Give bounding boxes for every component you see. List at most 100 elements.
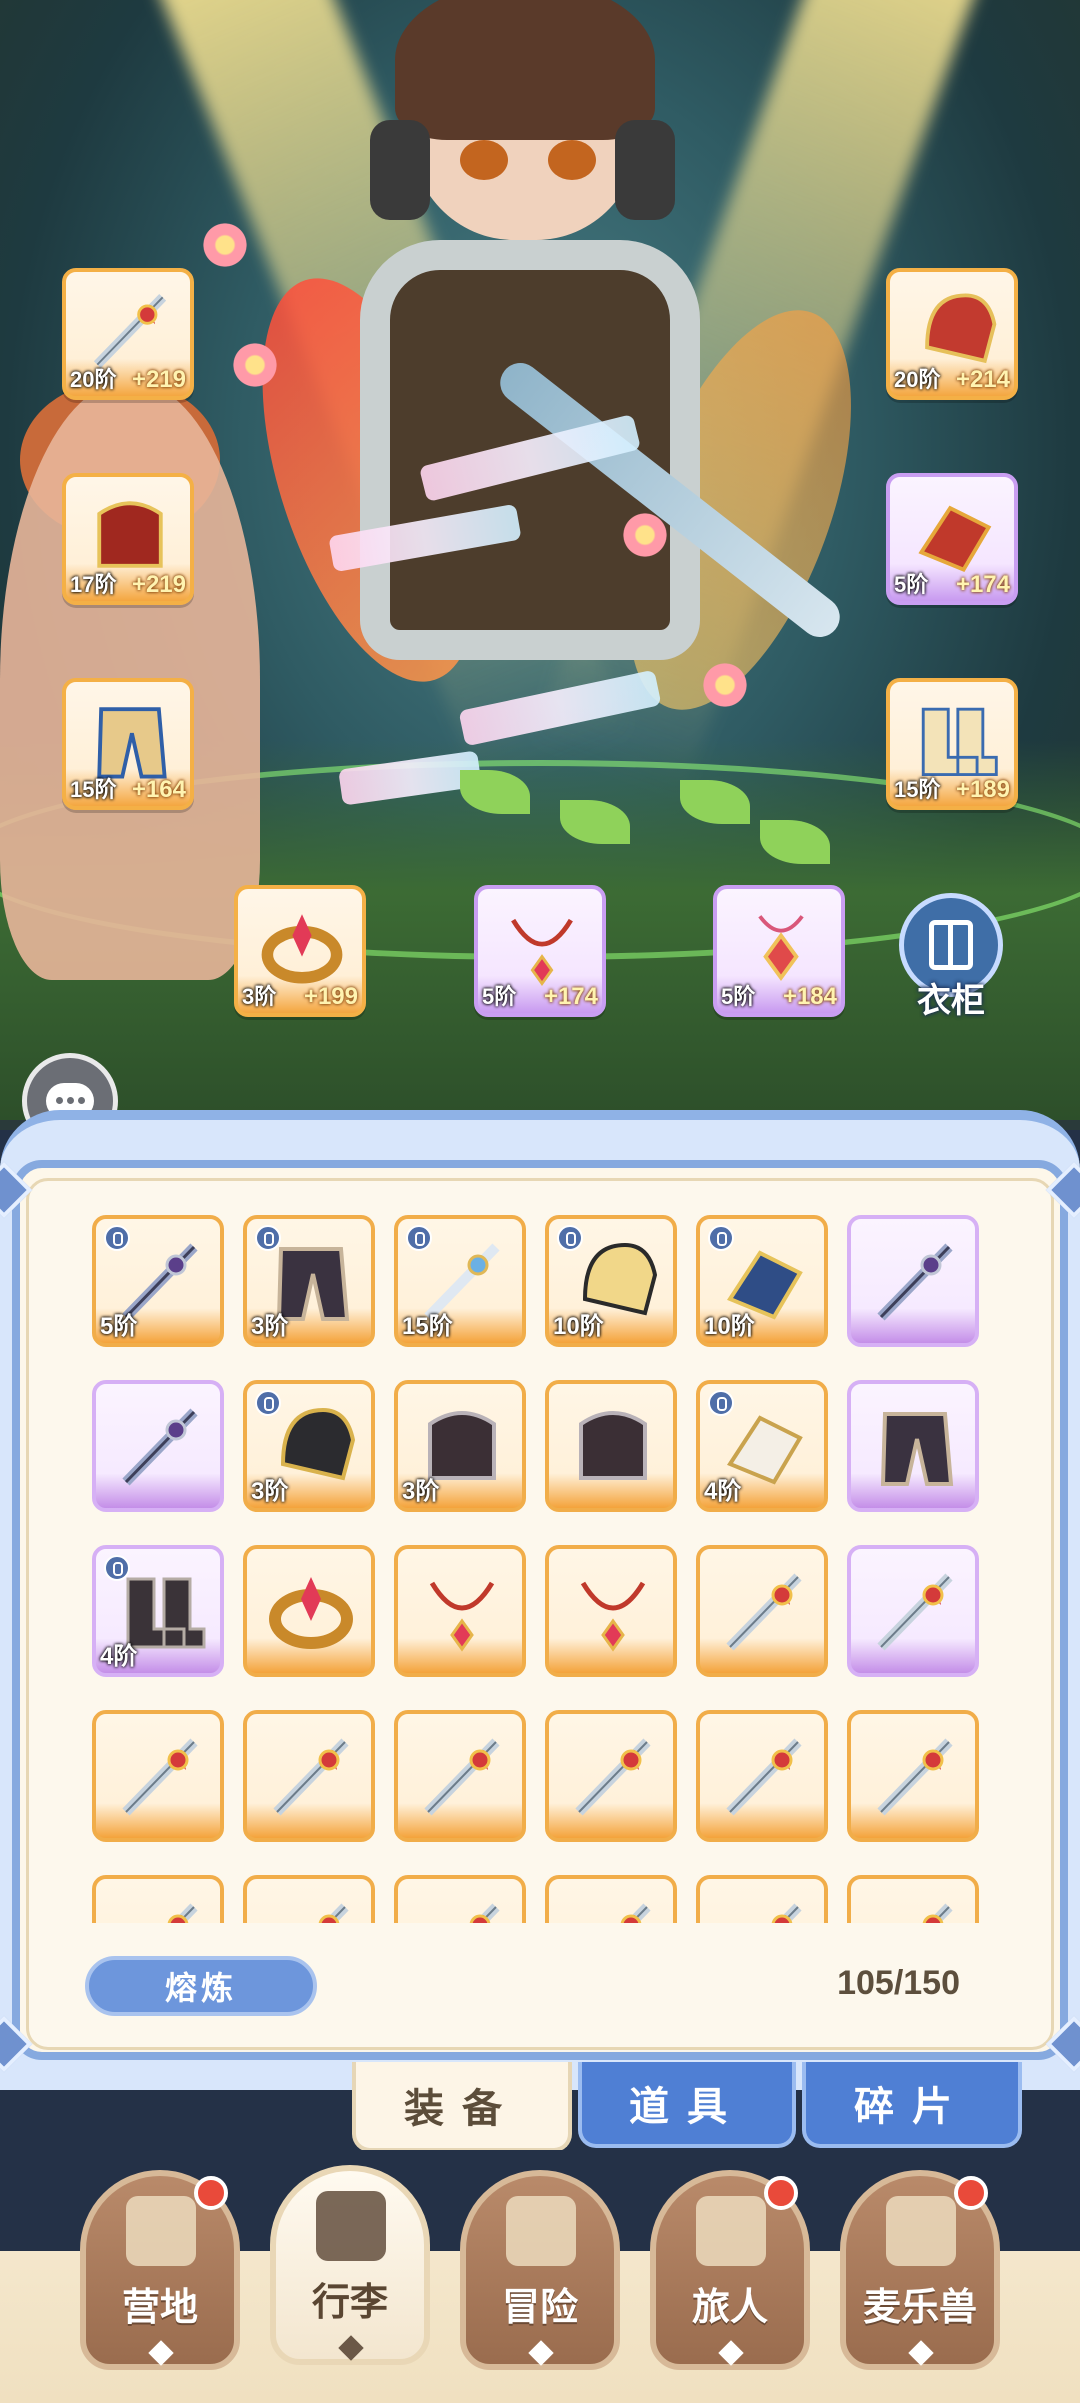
inventory-item[interactable] [243, 1710, 375, 1842]
castle-icon [126, 2196, 196, 2266]
inventory-grid[interactable]: 5阶 3阶 15阶 10阶 10阶 3阶 3阶 4阶 4阶 [92, 1215, 992, 1923]
equipped-slot-amulet[interactable]: 5阶 +184 [713, 885, 845, 1017]
power-score: +219 [131, 571, 186, 598]
nav-adventure[interactable]: 冒险 [460, 2170, 620, 2370]
nav-bag[interactable]: 行李 [270, 2165, 430, 2365]
inventory-item[interactable] [243, 1545, 375, 1677]
pants-icon [80, 690, 180, 784]
inventory-item[interactable] [696, 1710, 828, 1842]
sword-dark-icon [122, 1408, 198, 1486]
tab-fragments[interactable]: 碎片 [802, 2062, 1022, 2148]
inventory-item[interactable]: 10阶 [696, 1215, 828, 1347]
inventory-item[interactable]: 10阶 [545, 1215, 677, 1347]
tab-equipment[interactable]: 装备 [352, 2062, 572, 2152]
inventory-item[interactable] [847, 1875, 979, 1923]
inventory-item[interactable] [545, 1710, 677, 1842]
nav-camp-label: 营地 [121, 2287, 198, 2329]
inventory-item[interactable]: 5阶 [92, 1215, 224, 1347]
nav-pets[interactable]: 麦乐兽 [840, 2170, 1000, 2370]
tier-label: 10阶 [553, 1313, 604, 1340]
inventory-item[interactable]: 3阶 [243, 1215, 375, 1347]
equipped-slot-necklace[interactable]: 5阶 +174 [474, 885, 606, 1017]
diamond-ornament [718, 2340, 744, 2366]
tier-label: 15阶 [70, 777, 117, 802]
inventory-item[interactable]: 4阶 [696, 1380, 828, 1512]
inventory-item[interactable] [92, 1710, 224, 1842]
tier-label: 3阶 [251, 1313, 289, 1340]
inventory-item[interactable] [394, 1545, 526, 1677]
sword-icon [122, 1738, 198, 1816]
inventory-item[interactable] [394, 1710, 526, 1842]
inventory-item[interactable]: 3阶 [243, 1380, 375, 1512]
sword-dark-icon [877, 1243, 953, 1321]
sword-icon [620, 1903, 651, 1923]
inventory-item[interactable] [243, 1875, 375, 1923]
inventory-item[interactable] [92, 1875, 224, 1923]
lock-icon [104, 1225, 130, 1251]
inventory-item[interactable]: 15阶 [394, 1215, 526, 1347]
necklace-icon [492, 897, 592, 991]
diamond-ornament [908, 2340, 934, 2366]
equipped-slot-boots[interactable]: 15阶 +189 [886, 678, 1018, 810]
inventory-item[interactable] [696, 1545, 828, 1677]
nav-travelers-label: 旅人 [691, 2287, 768, 2329]
cat-face-icon [886, 2196, 956, 2266]
inventory-item[interactable] [847, 1545, 979, 1677]
inventory-item[interactable] [847, 1710, 979, 1842]
inventory-item[interactable] [847, 1215, 979, 1347]
tier-label: 17阶 [70, 572, 117, 597]
bag-capacity: 105/150 [837, 1964, 960, 2002]
equipped-slot-gloves[interactable]: 5阶 +174 [886, 473, 1018, 605]
power-score: +174 [543, 983, 598, 1010]
inventory-item[interactable] [545, 1875, 677, 1923]
character-eye [460, 140, 508, 180]
power-score: +214 [955, 366, 1010, 393]
inventory-item[interactable] [545, 1545, 677, 1677]
inventory-item[interactable] [92, 1380, 224, 1512]
character-portrait-icon [696, 2196, 766, 2266]
sword-icon [726, 1573, 802, 1651]
wardrobe-button[interactable]: 衣柜 [895, 893, 1007, 1020]
power-score: +184 [782, 983, 837, 1010]
smelt-button[interactable]: 熔炼 [85, 1956, 317, 2016]
inventory-item[interactable]: 3阶 [394, 1380, 526, 1512]
tier-label: 20阶 [894, 367, 941, 392]
nav-camp[interactable]: 营地 [80, 2170, 240, 2370]
inventory-item[interactable]: 4阶 [92, 1545, 224, 1677]
inventory-item[interactable] [847, 1380, 979, 1512]
flower-icon [200, 220, 250, 270]
power-score: +174 [955, 571, 1010, 598]
diamond-ornament [338, 2335, 364, 2361]
tier-label: 5阶 [894, 572, 929, 597]
tier-label: 5阶 [721, 984, 756, 1009]
armor-red-icon [80, 485, 180, 579]
equipped-slot-armor[interactable]: 17阶 +219 [62, 473, 194, 605]
sword-icon [726, 1738, 802, 1816]
inventory-item[interactable] [696, 1875, 828, 1923]
sword-icon [318, 1903, 349, 1923]
sword-icon [771, 1903, 802, 1923]
power-score: +189 [955, 776, 1010, 803]
nav-bag-label: 行李 [311, 2282, 388, 2324]
character-eye [548, 140, 596, 180]
tier-label: 4阶 [704, 1478, 742, 1505]
sword-icon [575, 1738, 651, 1816]
inventory-item[interactable] [394, 1875, 526, 1923]
sword-icon [469, 1903, 500, 1923]
equipped-slot-ring[interactable]: 3阶 +199 [234, 885, 366, 1017]
inventory-item[interactable] [545, 1380, 677, 1512]
headphone-icon [615, 120, 675, 220]
nav-travelers[interactable]: 旅人 [650, 2170, 810, 2370]
equipped-slot-weapon[interactable]: 20阶 +219 [62, 268, 194, 400]
tab-items[interactable]: 道具 [578, 2062, 796, 2148]
tier-label: 4阶 [100, 1643, 138, 1670]
nav-pets-label: 麦乐兽 [862, 2287, 977, 2329]
notification-dot [194, 2176, 228, 2210]
lock-icon [557, 1225, 583, 1251]
flower-icon [620, 510, 670, 560]
tier-label: 3阶 [251, 1478, 289, 1505]
lock-icon [255, 1390, 281, 1416]
equipped-slot-pants[interactable]: 15阶 +164 [62, 678, 194, 810]
equipped-slot-helmet[interactable]: 20阶 +214 [886, 268, 1018, 400]
power-score: +219 [131, 366, 186, 393]
